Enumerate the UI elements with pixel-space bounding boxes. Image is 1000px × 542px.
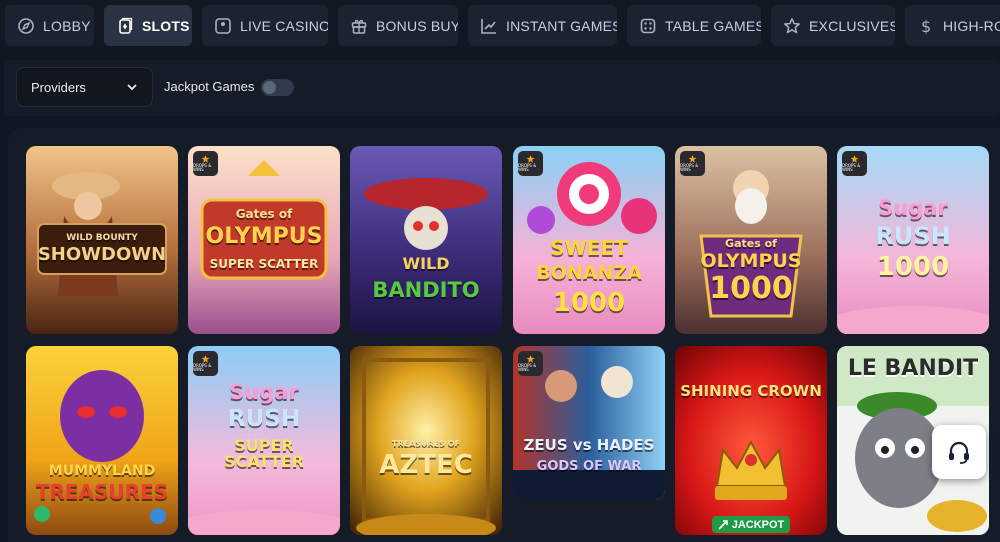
filter-bar (4, 60, 1000, 116)
game-tile-sugar-rush-1000[interactable]: DROPS & WINS Sugar RUSH 1000 (837, 146, 989, 334)
game-title: LE BANDIT (847, 356, 979, 381)
game-title: RUSH (875, 222, 951, 250)
game-tile-mummyland-treasures[interactable]: MUMMYLAND TREASURES (26, 346, 178, 535)
providers-label: Providers (31, 79, 86, 95)
drops-wins-badge: DROPS & WINS (518, 351, 543, 376)
game-title: OLYMPUS (700, 250, 802, 272)
game-tile-wild-bandito[interactable]: WILD BANDITO (350, 146, 502, 334)
jackpot-badge-label: JACKPOT (731, 518, 785, 531)
jackpot-games-label: Jackpot Games (164, 79, 255, 94)
game-title: SWEET (550, 236, 628, 260)
game-title: ZEUS vs HADES (523, 436, 655, 454)
game-title: BANDITO (372, 278, 480, 302)
gift-icon (351, 19, 367, 34)
toggle-knob (263, 81, 276, 94)
game-title: SHINING CROWN (680, 382, 822, 400)
compass-icon (18, 17, 34, 34)
game-title: GODS OF WAR (536, 459, 642, 474)
nav-label: BONUS BUY (376, 17, 458, 34)
game-title: Sugar (878, 196, 948, 220)
jackpot-badge: JACKPOT (712, 516, 790, 533)
nav-table-games[interactable]: TABLE GAMES (627, 5, 761, 46)
drops-wins-badge: DROPS & WINS (518, 151, 543, 176)
live-icon (215, 17, 231, 34)
star-icon (784, 17, 800, 33)
nav-label: INSTANT GAMES (506, 17, 617, 34)
game-title: SUPER SCATTER (209, 257, 319, 271)
dice-icon (640, 18, 656, 33)
nav-high-rollers[interactable]: $ HIGH-ROL (905, 5, 1000, 46)
game-title: SUPER SCATTER (224, 436, 304, 471)
nav-lobby[interactable]: LOBBY (5, 5, 94, 46)
drops-wins-badge: DROPS & WINS (193, 351, 218, 376)
game-title: AZTEC (379, 450, 473, 480)
game-title: WILD BOUNTY (66, 233, 138, 243)
jackpot-games-toggle[interactable] (261, 79, 294, 96)
game-title: TREASURES (35, 480, 169, 504)
game-title: 1000 (552, 288, 626, 318)
nav-label: TABLE GAMES (665, 17, 761, 34)
nav-label: LOBBY (43, 17, 91, 34)
headset-icon (949, 441, 969, 464)
game-tile-sweet-bonanza-1000[interactable]: DROPS & WINS SWEET BONANZA 1000 (513, 146, 665, 334)
nav-bonus-buy[interactable]: BONUS BUY (338, 5, 458, 46)
drops-wins-badge: DROPS & WINS (193, 151, 218, 176)
game-title: 1000 (709, 271, 793, 306)
game-tile-gates-of-olympus-1000[interactable]: DROPS & WINS Gates of OLYMPUS 1000 (675, 146, 827, 334)
game-title: WILD (402, 254, 450, 273)
nav-slots[interactable]: SLOTS (104, 5, 192, 46)
chevron-down-icon (127, 84, 137, 91)
providers-dropdown[interactable]: Providers (16, 67, 153, 107)
nav-exclusives[interactable]: EXCLUSIVES (771, 5, 895, 46)
game-tile-wild-bounty-showdown[interactable]: WILD BOUNTY SHOWDOWN (26, 146, 178, 334)
game-title: Sugar (229, 380, 299, 404)
game-art (350, 146, 502, 334)
game-title: SHOWDOWN (37, 244, 167, 265)
game-title: BONANZA (536, 262, 642, 284)
game-tile-gates-of-olympus-super-scatter[interactable]: DROPS & WINS Gates of OLYMPUS SUPER SCAT… (188, 146, 340, 334)
jackpot-icon (718, 519, 728, 530)
game-title: MUMMYLAND (48, 463, 156, 479)
game-tile-sugar-rush-super-scatter[interactable]: DROPS & WINS Sugar RUSH SUPER SCATTER (188, 346, 340, 535)
game-title: OLYMPUS (205, 224, 323, 249)
dollar-icon: $ (921, 17, 931, 35)
game-title: 1000 (876, 252, 950, 282)
game-tile-zeus-vs-hades[interactable]: DROPS & WINS ZEUS vs HADES GODS OF WAR (513, 346, 665, 500)
game-title: Gates of (725, 237, 777, 250)
game-tile-treasures-of-aztec[interactable]: TREASURES OF AZTEC (350, 346, 502, 535)
svg-text:$: $ (921, 17, 931, 35)
nav-live-casino[interactable]: LIVE CASINO (202, 5, 328, 46)
nav-instant-games[interactable]: INSTANT GAMES (468, 5, 617, 46)
drops-wins-badge: DROPS & WINS (680, 151, 705, 176)
game-tile-shining-crown[interactable]: SHINING CROWN JACKPOT (675, 346, 827, 535)
game-title: Gates of (235, 207, 293, 221)
game-art (26, 346, 178, 535)
cards-icon (119, 17, 133, 34)
chart-up-icon (481, 18, 496, 34)
game-title: TREASURES OF (392, 439, 460, 448)
game-art (675, 346, 827, 535)
nav-label: EXCLUSIVES (809, 17, 895, 34)
game-title: RUSH (227, 406, 301, 432)
category-nav: LOBBY SLOTS LIVE CASINO BONUS BUY INSTAN… (0, 0, 1000, 52)
drops-wins-badge: DROPS & WINS (842, 151, 867, 176)
nav-label: SLOTS (142, 17, 190, 34)
nav-label: LIVE CASINO (240, 17, 328, 34)
nav-label: HIGH-ROL (943, 17, 1000, 34)
support-button[interactable] (932, 425, 986, 479)
